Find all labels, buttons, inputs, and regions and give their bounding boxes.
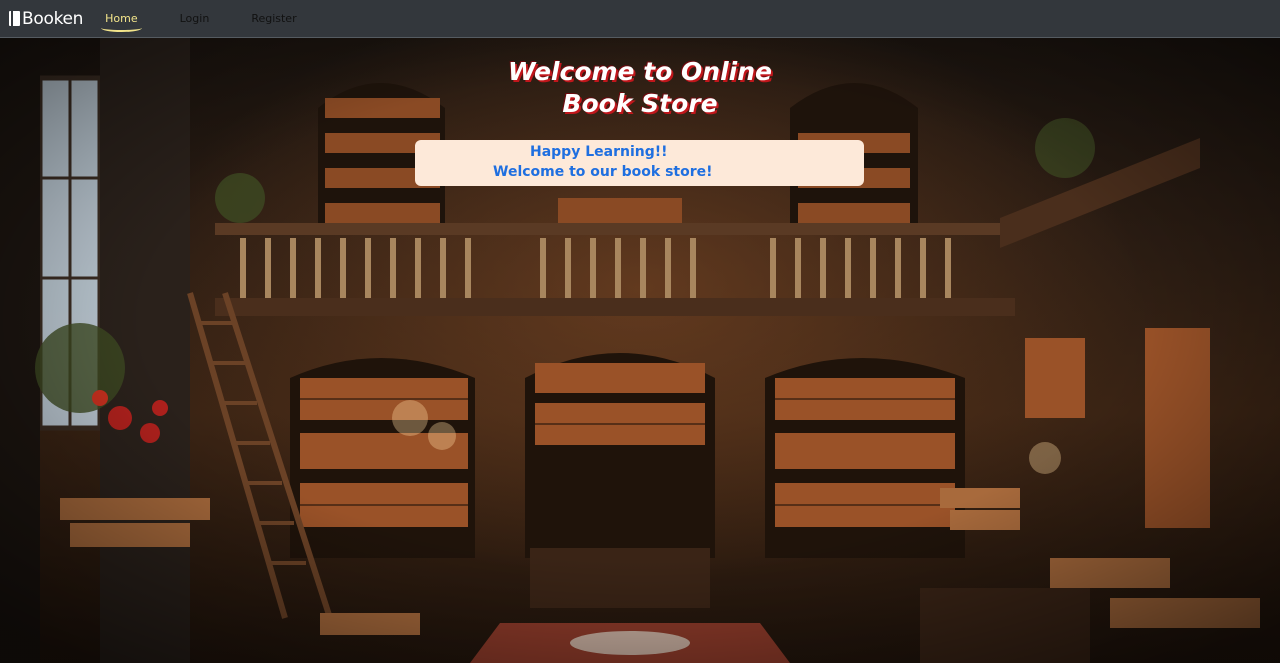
- brand-name: Booken: [22, 8, 84, 29]
- hero-section: Welcome to Online Book Store Happy Learn…: [0, 38, 1280, 663]
- nav-link-register[interactable]: Register: [247, 8, 300, 29]
- nav-link-login[interactable]: Login: [176, 8, 214, 29]
- brand-logo[interactable]: Booken: [9, 9, 83, 29]
- title-line-2: Book Store: [562, 89, 718, 118]
- title-line-1: Welcome to Online: [508, 57, 772, 86]
- book-icon: [9, 11, 20, 26]
- nav-link-home[interactable]: Home: [101, 8, 143, 32]
- welcome-message-box: Happy Learning!! Welcome to our book sto…: [415, 140, 864, 186]
- welcome-message-line-1: Happy Learning!!: [530, 144, 668, 160]
- welcome-message-line-2: Welcome to our book store!: [493, 164, 713, 180]
- page-title: Welcome to Online Book Store: [0, 56, 1280, 120]
- top-navbar: Booken Home Login Register: [0, 0, 1280, 38]
- nav-links: Home Login Register: [101, 8, 334, 32]
- library-background-image: [0, 38, 1280, 663]
